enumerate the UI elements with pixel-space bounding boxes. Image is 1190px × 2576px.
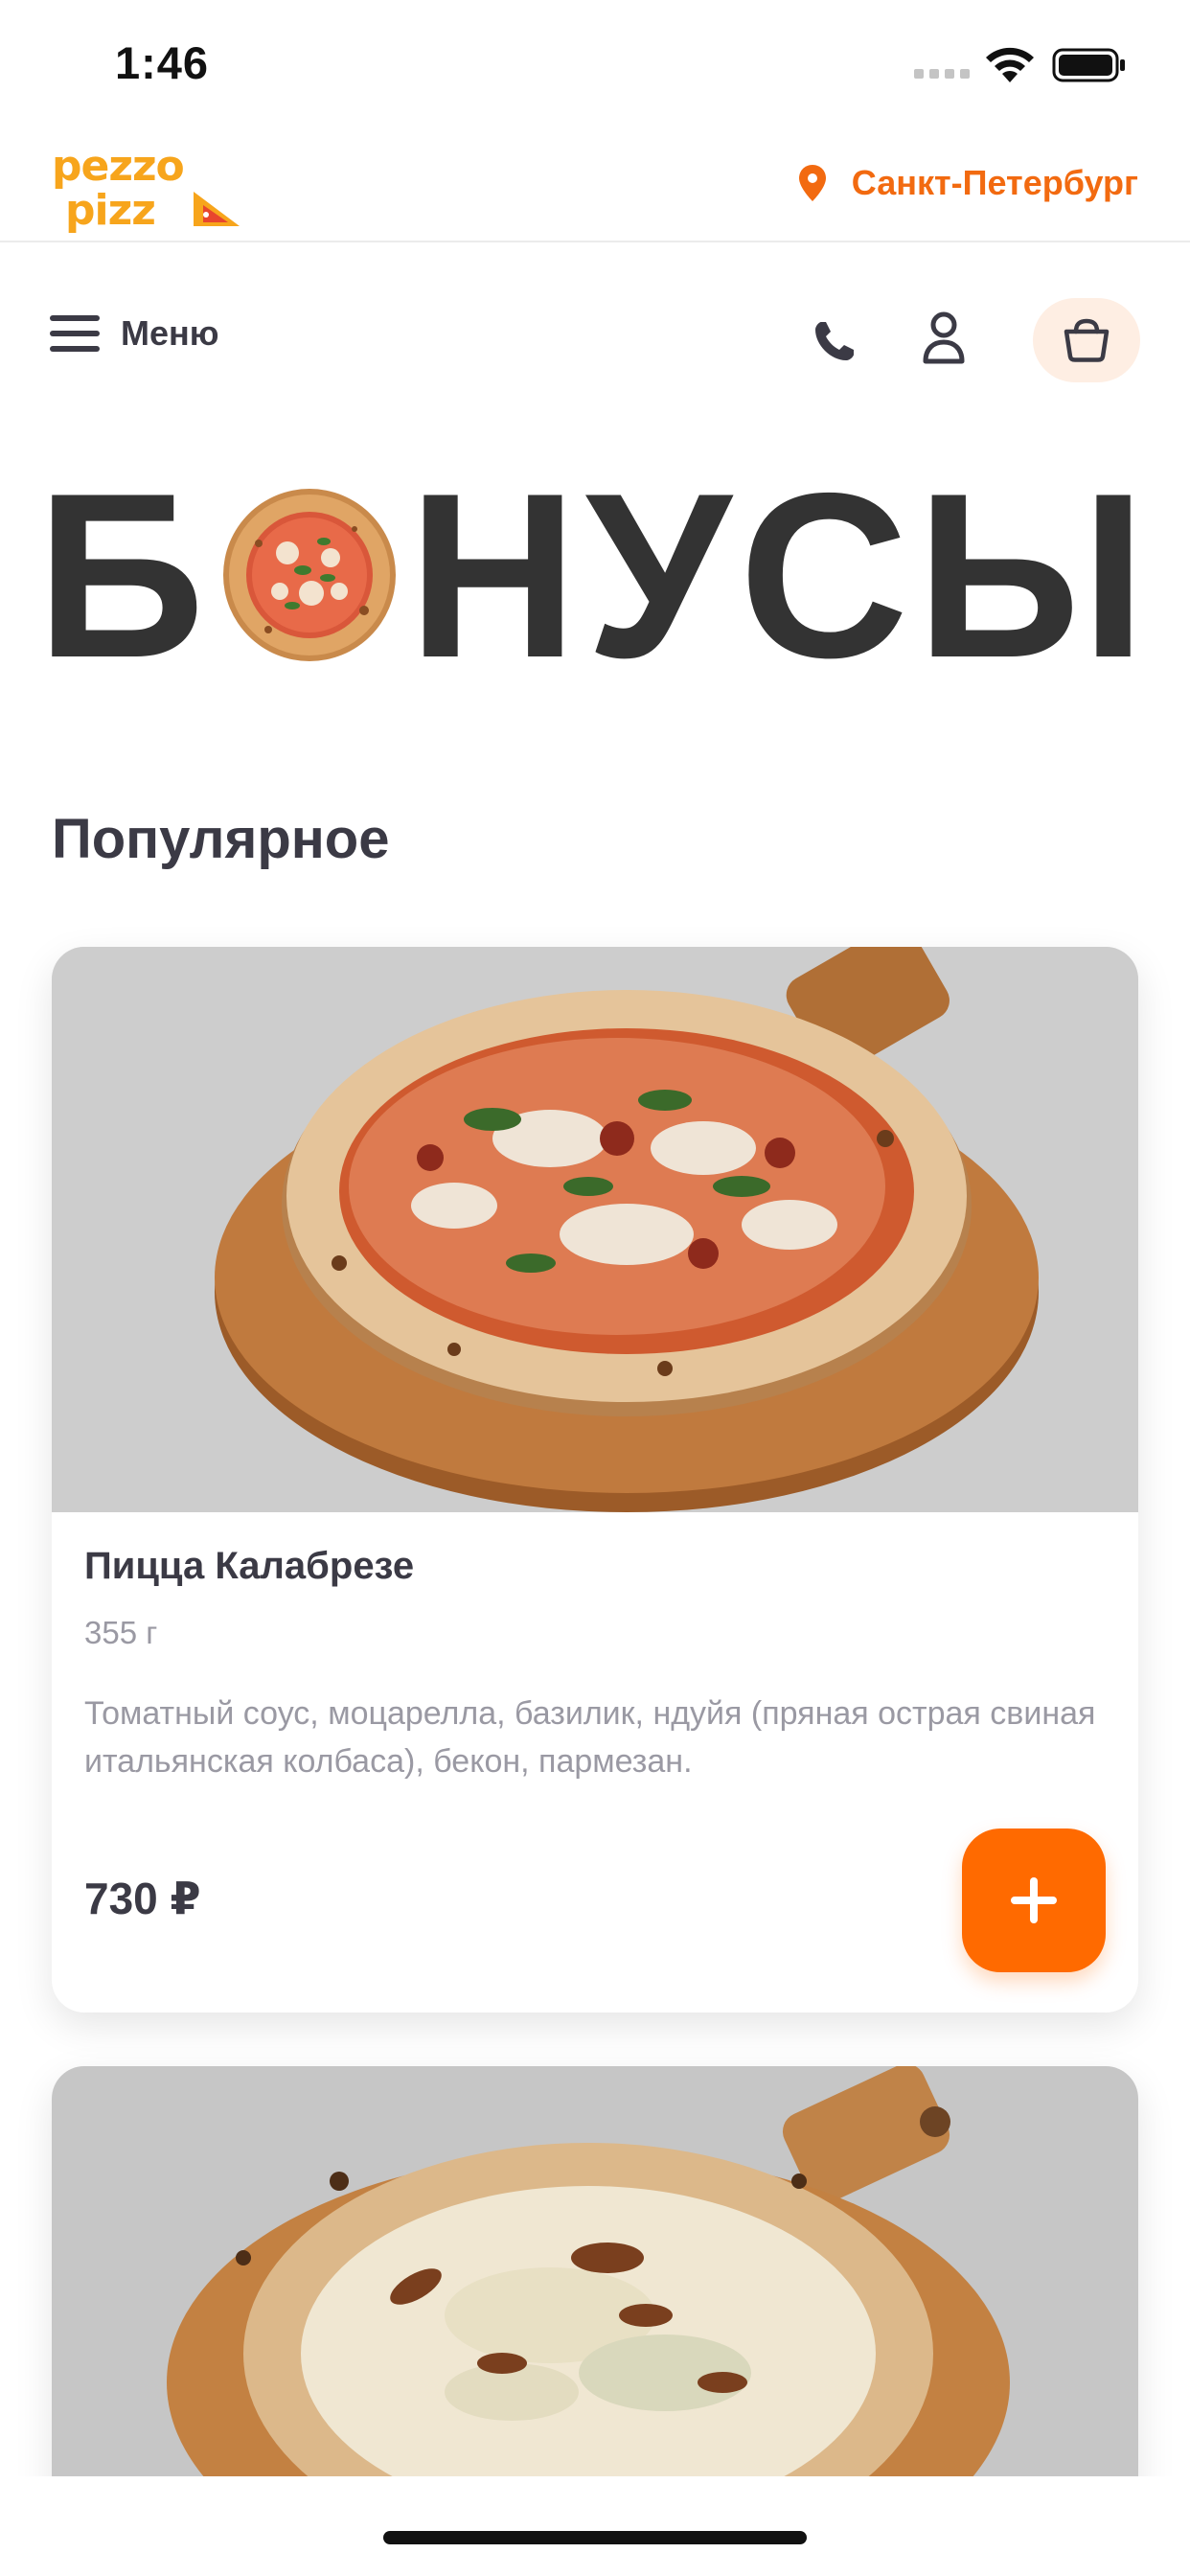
section-title: Популярное (52, 808, 390, 870)
menu-label: Меню (121, 313, 219, 353)
user-icon[interactable] (922, 311, 966, 365)
product-name: Пицца Калабрезе (84, 1545, 415, 1587)
product-card[interactable]: Пицца Калабрезе 355 г Томатный соус, моц… (52, 947, 1138, 2012)
pin-icon (798, 165, 826, 201)
product-info: Пицца Калабрезе 355 г Томатный соус, моц… (52, 1512, 1138, 1972)
page: 1:46 pezzo pizz Санкт-Петербург Меню Б Н… (0, 0, 1190, 2576)
home-indicator[interactable] (383, 2531, 807, 2544)
wifi-icon (986, 47, 1034, 82)
hamburger-icon (50, 315, 100, 352)
plus-icon (1011, 1877, 1057, 1923)
cart-icon (1064, 318, 1110, 362)
logo[interactable]: pezzo pizz (50, 138, 241, 234)
bonus-title-first-letter: Б (35, 443, 211, 706)
status-bar: 1:46 (0, 0, 1190, 126)
product-photo (52, 947, 1138, 1512)
city-label: Санкт-Петербург (851, 163, 1138, 202)
bottom-safe-area (0, 2476, 1190, 2576)
phone-icon[interactable] (812, 319, 857, 363)
top-header: pezzo pizz Санкт-Петербург (0, 126, 1190, 242)
pizza-o-image (222, 489, 396, 661)
bonus-title-rest: НУСЫ (407, 443, 1155, 706)
product-description: Томатный соус, моцарелла, базилик, ндуйя… (84, 1695, 1096, 1780)
city-selector[interactable]: Санкт-Петербург (798, 163, 1138, 203)
product-price: 730 ₽ (84, 1874, 201, 1923)
nav-bar: Меню (0, 242, 1190, 434)
svg-text:pezzo: pezzo (52, 142, 184, 191)
bonus-title[interactable]: Б НУСЫ (0, 457, 1190, 692)
cart-button[interactable] (1033, 298, 1140, 382)
product-weight: 355 г (84, 1615, 158, 1650)
svg-text:pizz: pizz (65, 186, 155, 234)
menu-button[interactable]: Меню (50, 313, 219, 354)
add-to-cart-button[interactable] (962, 1828, 1106, 1972)
status-time: 1:46 (115, 37, 210, 88)
signal-icon (914, 69, 970, 79)
battery-icon (1052, 48, 1125, 82)
